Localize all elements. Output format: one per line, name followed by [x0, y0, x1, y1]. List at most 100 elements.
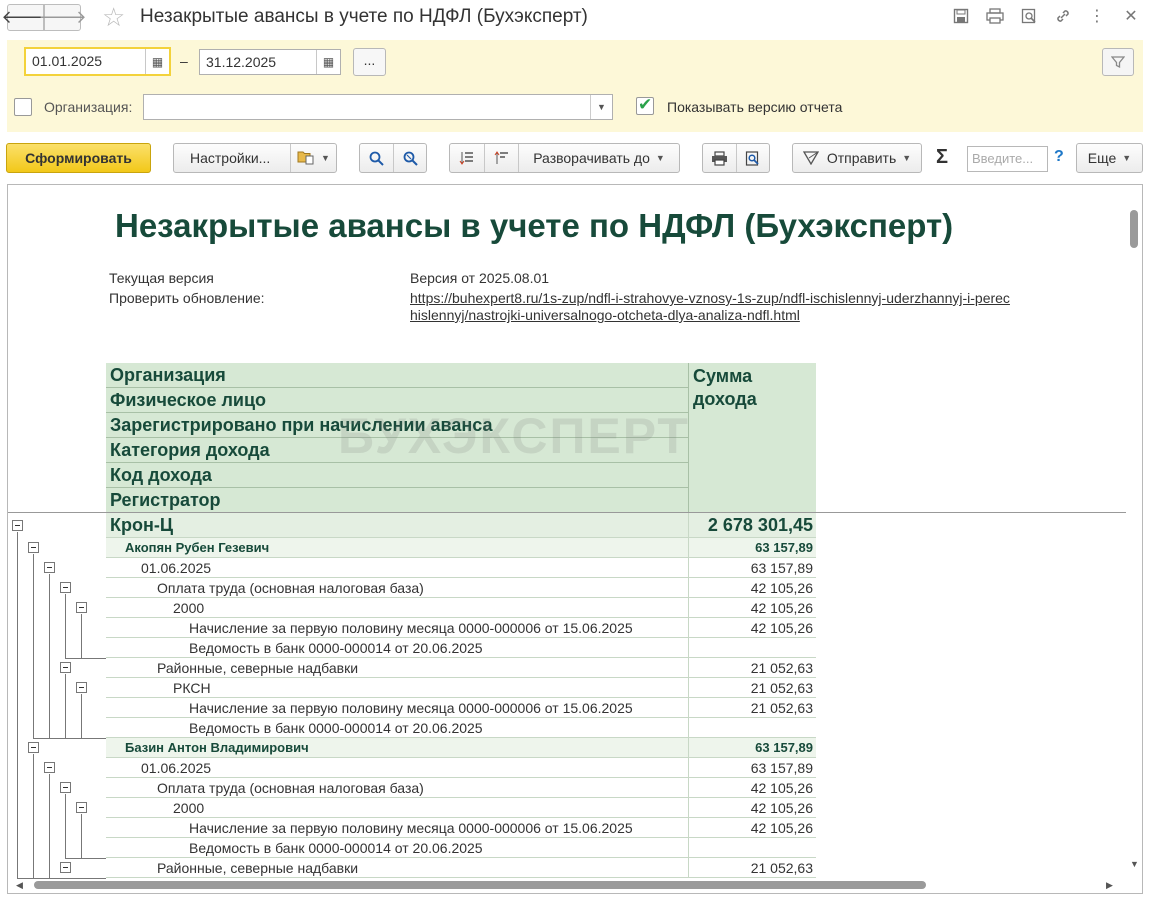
show-version-checkbox[interactable] — [636, 95, 654, 115]
filter-icon[interactable] — [1102, 48, 1134, 76]
date-to-field[interactable]: 31.12.2025 ▦ — [199, 49, 341, 75]
collapse-toggle-icon[interactable] — [28, 542, 39, 553]
table-row[interactable]: Ведомость в банк 0000-000014 от 20.06.20… — [106, 638, 816, 658]
row-name[interactable]: Ведомость в банк 0000-000014 от 20.06.20… — [189, 720, 483, 736]
row-sum[interactable]: 21 052,63 — [751, 680, 813, 696]
organization-field[interactable]: ▼ — [143, 94, 613, 120]
row-name[interactable]: Начисление за первую половину месяца 000… — [189, 820, 633, 836]
table-row[interactable]: 2000 42 105,26 — [106, 798, 816, 818]
sum-icon[interactable]: Σ — [936, 146, 948, 169]
table-row[interactable]: Базин Антон Владимирович 63 157,89 — [106, 738, 816, 758]
row-sum[interactable]: 42 105,26 — [751, 820, 813, 836]
row-sum[interactable]: 42 105,26 — [751, 600, 813, 616]
update-link-line2[interactable]: hislennyj/nastrojki-universalnogo-otchet… — [410, 307, 800, 323]
collapse-toggle-icon[interactable] — [44, 762, 55, 773]
favorite-star-icon[interactable]: ☆ — [102, 3, 125, 31]
horizontal-scroll-thumb[interactable] — [34, 881, 926, 889]
update-link-line1[interactable]: https://buhexpert8.ru/1s-zup/ndfl-i-stra… — [410, 290, 1010, 306]
table-row[interactable]: 2000 42 105,26 — [106, 598, 816, 618]
table-row[interactable]: Акопян Рубен Гезевич 63 157,89 — [106, 538, 816, 558]
row-name[interactable]: Крон-Ц — [110, 515, 173, 536]
more-button[interactable]: Еще ▼ — [1076, 143, 1143, 173]
variant-select-button[interactable]: ▼ — [290, 144, 336, 172]
row-sum[interactable]: 42 105,26 — [751, 580, 813, 596]
table-row[interactable]: Ведомость в банк 0000-000014 от 20.06.20… — [106, 838, 816, 858]
vertical-scrollbar[interactable]: ▼ — [1127, 185, 1141, 879]
collapse-toggle-icon[interactable] — [76, 682, 87, 693]
row-name[interactable]: Районные, северные надбавки — [157, 660, 358, 676]
table-row[interactable]: Оплата труда (основная налоговая база) 42… — [106, 778, 816, 798]
row-name[interactable]: РКСН — [173, 680, 211, 696]
table-row[interactable]: 01.06.2025 63 157,89 — [106, 758, 816, 778]
calendar-icon[interactable]: ▦ — [145, 49, 169, 74]
collapse-toggle-icon[interactable] — [44, 562, 55, 573]
settings-button[interactable]: Настройки... — [174, 150, 286, 166]
row-name[interactable]: 01.06.2025 — [141, 760, 211, 776]
row-name[interactable]: Оплата труда (основная налоговая база) — [157, 580, 424, 596]
collapse-toggle-icon[interactable] — [28, 742, 39, 753]
row-sum[interactable]: 63 157,89 — [751, 560, 813, 576]
print-preview-button[interactable] — [735, 144, 770, 172]
row-name[interactable]: 2000 — [173, 600, 204, 616]
search-button[interactable] — [360, 144, 393, 172]
collapse-toggle-icon[interactable] — [60, 782, 71, 793]
print-icon[interactable] — [985, 6, 1005, 26]
row-name[interactable]: Акопян Рубен Гезевич — [125, 540, 269, 555]
collapse-toggle-icon[interactable] — [60, 862, 71, 873]
forward-button[interactable]: 🡒 — [38, 4, 87, 31]
table-row[interactable]: РКСН 21 052,63 — [106, 678, 816, 698]
period-select-button[interactable]: ... — [353, 48, 386, 76]
table-row[interactable]: Оплата труда (основная налоговая база) 42… — [106, 578, 816, 598]
row-sum[interactable]: 63 157,89 — [755, 540, 813, 555]
table-row[interactable]: Районные, северные надбавки 21 052,63 — [106, 858, 816, 878]
table-row[interactable]: Ведомость в банк 0000-000014 от 20.06.20… — [106, 718, 816, 738]
row-sum[interactable]: 63 157,89 — [751, 760, 813, 776]
collapse-all-button[interactable] — [484, 144, 518, 172]
row-name[interactable]: Начисление за первую половину месяца 000… — [189, 620, 633, 636]
print-button[interactable] — [703, 144, 736, 172]
collapse-toggle-icon[interactable] — [60, 662, 71, 673]
collapse-toggle-icon[interactable] — [60, 582, 71, 593]
scroll-down-icon[interactable]: ▼ — [1130, 859, 1139, 869]
collapse-toggle-icon[interactable] — [12, 520, 23, 531]
row-sum[interactable]: 63 157,89 — [755, 740, 813, 755]
row-name[interactable]: Оплата труда (основная налоговая база) — [157, 780, 424, 796]
row-name[interactable]: Районные, северные надбавки — [157, 860, 358, 876]
row-name[interactable]: Ведомость в банк 0000-000014 от 20.06.20… — [189, 640, 483, 656]
date-from-field[interactable]: 01.01.2025 ▦ — [24, 47, 171, 76]
organization-checkbox[interactable] — [14, 98, 32, 116]
close-icon[interactable]: ✕ — [1121, 6, 1141, 26]
row-name[interactable]: Начисление за первую половину месяца 000… — [189, 700, 633, 716]
row-sum[interactable]: 42 105,26 — [751, 620, 813, 636]
collapse-toggle-icon[interactable] — [76, 602, 87, 613]
table-row[interactable]: Начисление за первую половину месяца 000… — [106, 698, 816, 718]
calendar-icon[interactable]: ▦ — [316, 50, 340, 74]
row-name[interactable]: 2000 — [173, 800, 204, 816]
row-name[interactable]: Базин Антон Владимирович — [125, 740, 309, 755]
row-sum[interactable]: 42 105,26 — [751, 780, 813, 796]
table-row[interactable]: Районные, северные надбавки 21 052,63 — [106, 658, 816, 678]
more-vertical-icon[interactable]: ⋮ — [1087, 6, 1107, 26]
table-row[interactable]: Начисление за первую половину месяца 000… — [106, 618, 816, 638]
table-row[interactable]: 01.06.2025 63 157,89 — [106, 558, 816, 578]
scroll-right-icon[interactable]: ▶ — [1106, 880, 1113, 891]
row-sum[interactable]: 21 052,63 — [751, 660, 813, 676]
row-name[interactable]: 01.06.2025 — [141, 560, 211, 576]
row-name[interactable]: Ведомость в банк 0000-000014 от 20.06.20… — [189, 840, 483, 856]
save-icon[interactable] — [951, 6, 971, 26]
collapse-toggle-icon[interactable] — [76, 802, 87, 813]
chevron-down-icon[interactable]: ▼ — [590, 95, 612, 119]
preview-icon[interactable] — [1019, 6, 1039, 26]
send-button[interactable]: Отправить ▼ — [792, 143, 922, 173]
scroll-left-icon[interactable]: ◀ — [16, 880, 23, 891]
sum-value-field[interactable]: Введите... — [967, 146, 1048, 172]
link-icon[interactable] — [1053, 6, 1073, 26]
horizontal-scrollbar[interactable]: ◀ ▶ — [8, 877, 1142, 893]
expand-to-button[interactable]: Разворачивать до ▼ — [518, 144, 679, 172]
table-row[interactable]: Начисление за первую половину месяца 000… — [106, 818, 816, 838]
row-sum[interactable]: 2 678 301,45 — [708, 515, 813, 536]
row-sum[interactable]: 21 052,63 — [751, 700, 813, 716]
expand-all-button[interactable] — [450, 144, 484, 172]
search-cancel-button[interactable] — [392, 144, 427, 172]
row-sum[interactable]: 42 105,26 — [751, 800, 813, 816]
